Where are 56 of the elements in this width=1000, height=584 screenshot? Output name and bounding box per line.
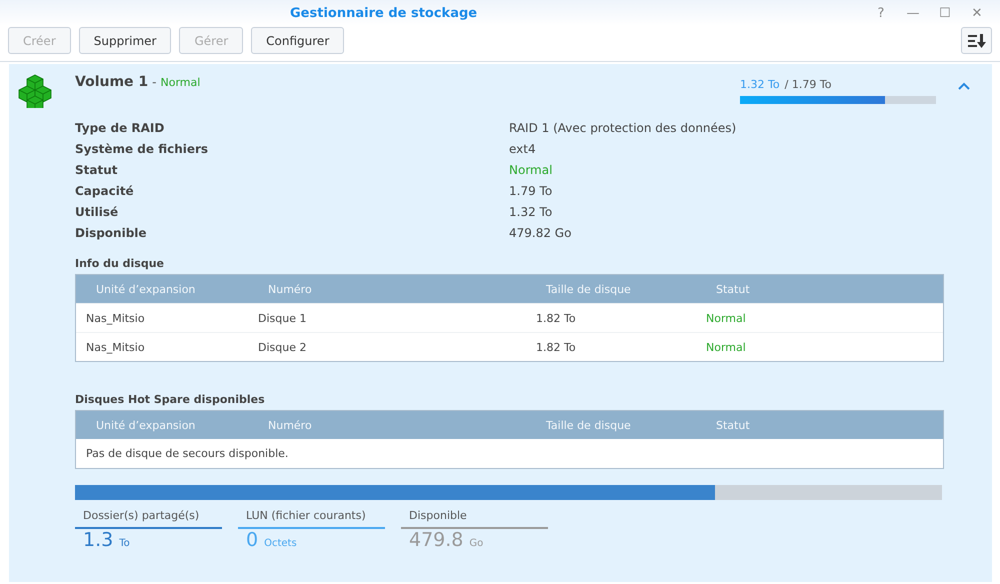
legend-label: Dossier(s) partagé(s)	[75, 509, 222, 529]
toolbar-button[interactable]: Supprimer	[78, 27, 172, 54]
column-header: Taille de disque	[545, 418, 632, 432]
detail-label: Type de RAID	[75, 121, 166, 135]
detail-label: Statut	[75, 163, 118, 177]
volume-name: Volume 1	[75, 74, 148, 90]
table-cell-text: Normal	[705, 340, 747, 354]
column-header: Unité d’expansion	[95, 282, 196, 296]
column-header: Numéro	[267, 282, 313, 296]
sort-button[interactable]	[961, 27, 992, 54]
legend-value: 0	[245, 529, 258, 551]
column-header: Taille de disque	[545, 282, 632, 296]
detail-value: ext4	[509, 142, 537, 156]
window-control[interactable]: —	[904, 6, 922, 20]
detail-label: Système de fichiers	[75, 142, 210, 156]
detail-value: 1.79 To	[509, 184, 554, 198]
toolbar-button[interactable]: Configurer	[251, 27, 344, 54]
section-title: Info du disque	[75, 257, 165, 270]
empty-message: Pas de disque de secours disponible.	[85, 446, 290, 462]
column-header: Unité d’expansion	[95, 418, 196, 432]
chevron-icon	[957, 81, 971, 91]
table-cell-text: Disque 2	[257, 340, 308, 354]
window-control[interactable]: ?	[872, 6, 890, 20]
column-header: Statut	[715, 418, 751, 432]
detail-label: Capacité	[75, 184, 135, 198]
table-cell-text: 1.82 To	[535, 340, 577, 354]
detail-value: RAID 1 (Avec protection des données)	[509, 121, 738, 135]
detail-label: Utilisé	[75, 205, 120, 219]
total-size: / 1.79 To	[784, 78, 832, 91]
legend-unit: To	[119, 538, 130, 549]
column-header: Numéro	[267, 418, 313, 432]
window-control[interactable]: ✕	[968, 6, 986, 20]
detail-label: Disponible	[75, 226, 148, 240]
window-title: Gestionnaire de stockage	[290, 6, 478, 20]
legend-value: 479.8	[408, 529, 464, 551]
table-cell-text: Disque 1	[257, 312, 308, 324]
table-cell-text: Nas_Mitsio	[85, 312, 146, 324]
table-cell-text: Nas_Mitsio	[85, 340, 146, 354]
legend-label: Disponible	[401, 509, 548, 529]
detail-value: Normal	[509, 163, 554, 177]
column-header: Statut	[715, 282, 751, 296]
window-control[interactable]: ☐	[936, 6, 954, 20]
detail-value: 1.32 To	[509, 205, 554, 219]
cubes-icon	[18, 74, 52, 108]
table-cell-text: 1.82 To	[535, 312, 577, 324]
volume-status: Normal	[160, 76, 200, 89]
section-title: Disques Hot Spare disponibles	[75, 393, 266, 406]
detail-value: 479.82 Go	[509, 226, 572, 240]
legend-label: LUN (fichier courants)	[238, 509, 385, 529]
legend-unit: Octets	[264, 538, 297, 549]
legend-unit: Go	[469, 538, 484, 549]
table-cell-text: Normal	[705, 312, 747, 324]
sort-icon	[966, 32, 986, 48]
separator: -	[152, 75, 156, 89]
legend-value: 1.3	[82, 529, 114, 551]
used-size: 1.32 To	[740, 78, 780, 91]
